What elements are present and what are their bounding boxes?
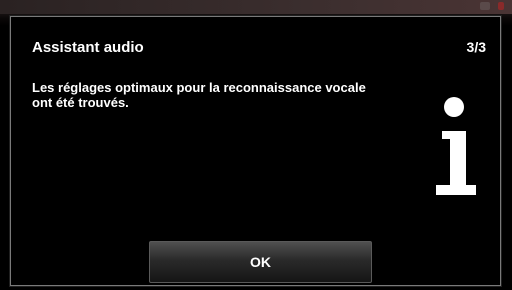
audio-assistant-dialog: Assistant audio 3/3 Les réglages optimau… [10, 16, 501, 286]
background-status-bar [0, 0, 512, 14]
step-counter: 3/3 [466, 39, 486, 55]
dialog-message: Les réglages optimaux pour la reconnaiss… [32, 80, 366, 110]
background-status-icons [480, 2, 504, 10]
dialog-title: Assistant audio [32, 39, 144, 56]
status-indicator-icon [480, 2, 490, 10]
status-alert-icon [498, 2, 504, 10]
ok-button[interactable]: OK [149, 241, 372, 283]
info-icon [436, 97, 476, 195]
